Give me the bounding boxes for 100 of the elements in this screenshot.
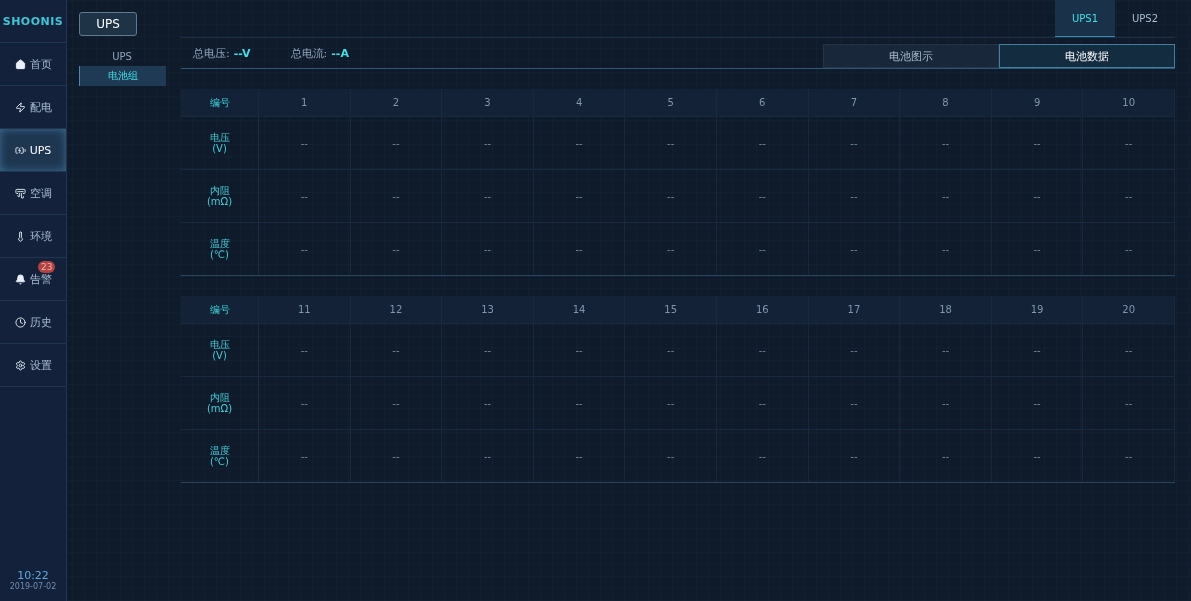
column-header: 3 xyxy=(442,89,534,116)
view-tab[interactable]: 电池数据 xyxy=(999,44,1175,68)
nav-item[interactable]: 历史 xyxy=(0,301,66,344)
clock-date: 2019-07-02 xyxy=(9,582,57,591)
nav-item[interactable]: 告警 23 xyxy=(0,258,66,301)
total-label: 总电流: xyxy=(290,45,328,61)
table-cell: -- xyxy=(900,429,992,482)
table-cell: -- xyxy=(442,116,534,169)
bell-icon xyxy=(14,273,26,285)
subnav-item[interactable]: 电池组 xyxy=(79,66,166,86)
table-cell: -- xyxy=(991,222,1084,275)
table-cell: -- xyxy=(1083,116,1175,169)
column-header: 7 xyxy=(808,89,901,116)
row-header: 内阻 (mΩ) xyxy=(181,169,259,222)
table-cell: -- xyxy=(717,116,809,169)
nav-item[interactable]: 空调 xyxy=(0,172,66,215)
view-tab[interactable]: 电池图示 xyxy=(823,44,999,68)
column-header: 11 xyxy=(259,296,351,323)
table-cell: -- xyxy=(991,376,1084,429)
column-header: 17 xyxy=(808,296,901,323)
notification-badge: 23 xyxy=(38,261,56,273)
table-cell: -- xyxy=(442,222,534,275)
table-cell: -- xyxy=(808,169,901,222)
nav-item[interactable]: UPS xyxy=(0,129,66,172)
logo: SHOONIS xyxy=(0,0,66,43)
table-cell: -- xyxy=(625,169,717,222)
table-cell: -- xyxy=(717,222,809,275)
row-header: 电压 (V) xyxy=(181,116,259,169)
table-cell: -- xyxy=(350,222,443,275)
table-cell: -- xyxy=(442,376,534,429)
column-header: 13 xyxy=(442,296,534,323)
battery-icon xyxy=(14,144,26,156)
column-header: 编号 xyxy=(181,89,259,116)
table-cell: -- xyxy=(533,429,626,482)
table-cell: -- xyxy=(533,116,626,169)
table-cell: -- xyxy=(808,429,901,482)
table-cell: -- xyxy=(900,376,992,429)
table-cell: -- xyxy=(350,323,443,376)
clock-icon xyxy=(14,316,26,328)
row-header: 内阻 (mΩ) xyxy=(181,376,259,429)
clock-time: 10:22 xyxy=(17,569,49,582)
home-icon xyxy=(14,58,26,70)
device-tab[interactable]: UPS1 xyxy=(1055,0,1115,37)
column-header: 18 xyxy=(900,296,992,323)
column-header: 4 xyxy=(533,89,626,116)
row-header: 温度 (℃) xyxy=(181,429,259,482)
nav-item[interactable]: 环境 xyxy=(0,215,66,258)
nav-item[interactable]: 首页 xyxy=(0,43,66,86)
table-cell: -- xyxy=(900,169,992,222)
column-header: 14 xyxy=(533,296,626,323)
column-header: 16 xyxy=(717,296,809,323)
table-cell: -- xyxy=(808,222,901,275)
table-cell: -- xyxy=(442,323,534,376)
table-cell: -- xyxy=(808,323,901,376)
column-header: 15 xyxy=(625,296,717,323)
total-value: --A xyxy=(331,46,349,60)
column-header: 5 xyxy=(625,89,717,116)
column-header: 8 xyxy=(900,89,992,116)
table-cell: -- xyxy=(442,169,534,222)
table-cell: -- xyxy=(259,169,351,222)
device-tab[interactable]: UPS2 xyxy=(1115,0,1175,37)
table-cell: -- xyxy=(808,376,901,429)
table-cell: -- xyxy=(259,429,351,482)
table-cell: -- xyxy=(442,429,534,482)
table-cell: -- xyxy=(625,116,717,169)
column-header: 编号 xyxy=(181,296,259,323)
table-cell: -- xyxy=(625,323,717,376)
table-cell: -- xyxy=(350,429,443,482)
table-cell: -- xyxy=(1083,376,1175,429)
table-cell: -- xyxy=(991,116,1084,169)
table-cell: -- xyxy=(1083,323,1175,376)
table-cell: -- xyxy=(350,116,443,169)
nav-item[interactable]: 设置 xyxy=(0,344,66,387)
table-cell: -- xyxy=(533,376,626,429)
air-conditioner-icon xyxy=(14,187,26,199)
table-cell: -- xyxy=(625,376,717,429)
table-cell: -- xyxy=(900,116,992,169)
table-cell: -- xyxy=(533,323,626,376)
total-label: 总电压: xyxy=(193,45,230,61)
table-cell: -- xyxy=(900,323,992,376)
table-cell: -- xyxy=(259,376,351,429)
table-cell: -- xyxy=(350,376,443,429)
column-header: 12 xyxy=(350,296,443,323)
table-cell: -- xyxy=(1083,429,1175,482)
table-cell: -- xyxy=(259,323,351,376)
table-cell: -- xyxy=(717,169,809,222)
section-title: UPS xyxy=(79,12,137,36)
table-cell: -- xyxy=(533,222,626,275)
column-header: 19 xyxy=(991,296,1084,323)
table-cell: -- xyxy=(625,429,717,482)
table-cell: -- xyxy=(717,376,809,429)
total-value: --V xyxy=(233,46,251,60)
column-header: 2 xyxy=(350,89,443,116)
table-cell: -- xyxy=(259,222,351,275)
table-cell: -- xyxy=(717,429,809,482)
lightning-icon xyxy=(14,101,26,113)
table-cell: -- xyxy=(1083,222,1175,275)
table-cell: -- xyxy=(808,116,901,169)
subnav-item[interactable]: UPS xyxy=(79,46,165,66)
table-cell: -- xyxy=(717,323,809,376)
